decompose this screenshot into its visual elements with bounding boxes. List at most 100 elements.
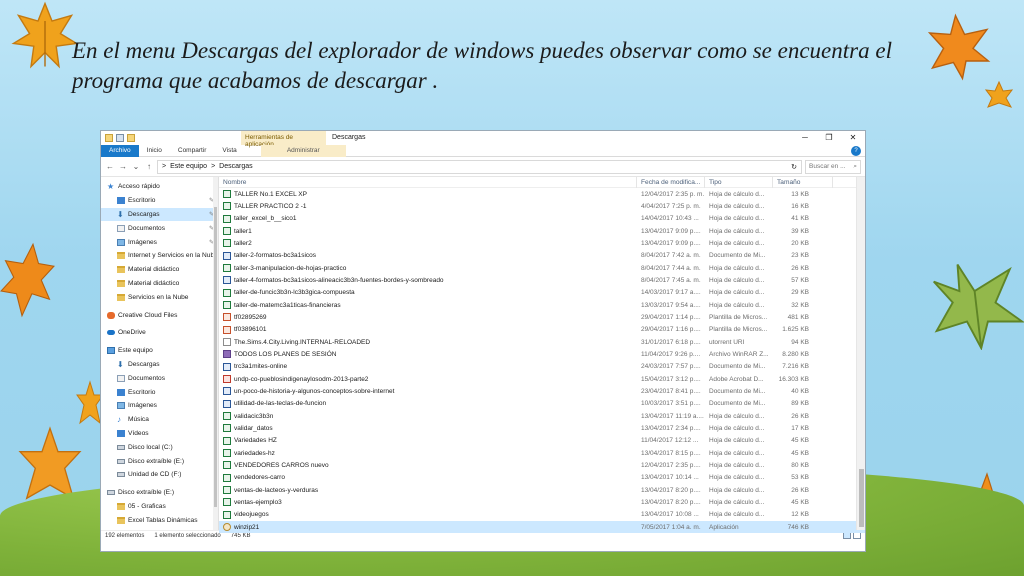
back-arrow-icon[interactable]: ← — [105, 162, 115, 171]
file-row[interactable]: taller1 13/04/2017 9:09 p.... Hoja de cálc… — [219, 225, 865, 237]
file-row[interactable]: Variedades HZ 11/04/2017 12:12 ... Hoja de… — [219, 435, 865, 447]
nav-item[interactable]: 05 - Graficas — [101, 500, 218, 514]
recent-locations-chevron-icon[interactable]: ⌄ — [131, 162, 141, 171]
file-row[interactable]: tf02895269 29/04/2017 1:14 p.... Plantilla… — [219, 311, 865, 323]
up-arrow-icon[interactable]: ↑ — [144, 162, 154, 171]
file-row[interactable]: taller-2-formatos-bc3a1sicos 8/04/2017 7:… — [219, 250, 865, 262]
address-bar[interactable]: > Este equipo > Descargas ↻ — [157, 159, 802, 174]
nav-item[interactable]: Disco extraíble (E:) — [101, 486, 218, 500]
file-row[interactable]: tf03896101 29/04/2017 1:16 p.... Plantilla… — [219, 324, 865, 336]
file-row[interactable]: un-poco-de-historia-y-algunos-conceptos-… — [219, 385, 865, 397]
drive-icon — [117, 472, 125, 478]
nav-item-label: Excel Tablas Dinámicas — [128, 516, 198, 524]
nav-item-label: Acceso rápido — [118, 183, 160, 191]
file-row[interactable]: validar_datos 13/04/2017 2:34 p.... Hoja d… — [219, 422, 865, 434]
nav-scrollbar[interactable] — [213, 177, 218, 530]
file-row[interactable]: taller-de-funcic3b3n-lc3b3gica-compuesta… — [219, 287, 865, 299]
nav-item[interactable]: Documentos ✎ — [101, 221, 218, 235]
search-input[interactable]: Buscar en ... ⌕ — [805, 159, 861, 174]
nav-item-label: Descargas — [128, 360, 160, 368]
file-row[interactable]: VENDEDORES CARROS nuevo 12/04/2017 2:35 p… — [219, 459, 865, 471]
breadcrumb-descargas[interactable]: Descargas — [219, 163, 252, 170]
nav-item[interactable]: OneDrive — [101, 326, 218, 340]
maximize-button[interactable]: ❐ — [817, 131, 841, 145]
file-row[interactable]: ventas-ejemplo3 13/04/2017 8:20 p.... Hoja… — [219, 496, 865, 508]
folder-icon — [117, 516, 125, 524]
nav-item[interactable]: ⬇ Descargas ✎ — [101, 207, 218, 222]
nav-item[interactable]: Imágenes — [101, 399, 218, 413]
column-name[interactable]: Nombre — [219, 176, 637, 188]
file-row[interactable]: utilidad-de-las-teclas-de-funcion 10/03/2… — [219, 398, 865, 410]
properties-icon[interactable] — [116, 134, 124, 142]
nav-item[interactable]: Escritorio — [101, 385, 218, 399]
file-row[interactable]: taller_excel_b__sico1 14/04/2017 10:43 ..… — [219, 213, 865, 225]
nav-item[interactable]: Material didáctico — [101, 263, 218, 277]
xls-file-icon — [223, 239, 231, 248]
file-row[interactable]: vendedores-carro 13/04/2017 10:14 ... Hoja… — [219, 472, 865, 484]
file-name-cell: taller-de-matemc3a1ticas-financieras — [219, 301, 637, 310]
close-button[interactable]: ✕ — [841, 131, 865, 145]
nav-item-label: Material didáctico — [128, 266, 180, 274]
file-row[interactable]: winzip21 7/05/2017 1:04 a. m. Aplicación 74… — [219, 520, 865, 534]
nav-item-label: Internet y Servicios en la Nube — [128, 252, 218, 260]
help-icon[interactable]: ? — [851, 145, 861, 156]
file-row[interactable]: trc3a1mites-online 24/03/2017 7:57 p.... D… — [219, 361, 865, 373]
file-row[interactable]: TODOS LOS PLANES DE SESIÓN 11/04/2017 9:2… — [219, 348, 865, 360]
slide-title: En el menu Descargas del explorador de w… — [72, 38, 892, 93]
file-size: 45 KB — [791, 498, 809, 506]
nav-item[interactable]: ⬇ Descargas — [101, 358, 218, 372]
breadcrumb-este-equipo[interactable]: Este equipo — [170, 163, 207, 170]
nav-item[interactable]: Servicios en la Nube — [101, 290, 218, 304]
navigation-pane: ★ Acceso rápido Escritorio ✎ ⬇ Descargas ✎ Docu… — [101, 177, 219, 530]
nav-item[interactable]: Disco local (C:) — [101, 440, 218, 454]
nav-item[interactable]: Material didáctico — [101, 277, 218, 291]
file-row[interactable]: videojuegos 13/04/2017 10:08 ... Hoja de c… — [219, 509, 865, 521]
column-date[interactable]: Fecha de modifica... — [637, 176, 705, 188]
nav-item[interactable]: Documentos — [101, 371, 218, 385]
new-folder-icon[interactable] — [127, 134, 135, 142]
file-row[interactable]: TALLER PRACTICO 2 -1 4/04/2017 7:25 p. m.… — [219, 200, 865, 212]
column-type[interactable]: Tipo — [705, 176, 773, 188]
file-explorer-window: Herramientas de aplicación Descargas ─ ❐… — [100, 130, 866, 552]
tab-vista[interactable]: Vista — [214, 145, 244, 157]
nav-item[interactable]: Vídeos — [101, 427, 218, 441]
file-row[interactable]: validacic3b3n 13/04/2017 11:19 a.... Hoja … — [219, 410, 865, 422]
file-row[interactable]: taller-3-manipulacion-de-hojas-practico 8… — [219, 262, 865, 274]
folder-icon — [117, 252, 125, 260]
file-row[interactable]: The.Sims.4.City.Living.INTERNAL-RELOADED… — [219, 336, 865, 348]
tab-compartir[interactable]: Compartir — [170, 145, 215, 157]
tab-archivo[interactable]: Archivo — [101, 144, 139, 157]
file-name-cell: TODOS LOS PLANES DE SESIÓN — [219, 350, 637, 359]
nav-item[interactable]: Creative Cloud Files — [101, 308, 218, 322]
pictures-icon — [117, 402, 125, 410]
nav-item[interactable]: Unidad de CD (F:) — [101, 468, 218, 482]
file-date: 8/04/2017 7:44 a. m. — [641, 264, 701, 272]
autumn-leaf-decoration — [984, 80, 1014, 108]
column-size[interactable]: Tamaño — [773, 176, 833, 188]
nav-item[interactable]: ★ Acceso rápido — [101, 180, 218, 194]
file-row[interactable]: variedades-hz 13/04/2017 8:15 p.... Hoja d… — [219, 447, 865, 459]
nav-item[interactable]: Excel Tablas Dinámicas — [101, 513, 218, 527]
file-list-scrollbar[interactable] — [856, 177, 865, 530]
file-row[interactable]: taller-de-matemc3a1ticas-financieras 13/0… — [219, 299, 865, 311]
file-row[interactable]: undp-co-pueblosindigenaylosodm-2013-part… — [219, 373, 865, 385]
file-name-cell: ventas-ejemplo3 — [219, 498, 637, 507]
file-row[interactable]: taller2 13/04/2017 9:09 p.... Hoja de cálc… — [219, 237, 865, 249]
tab-inicio[interactable]: Inicio — [139, 145, 170, 157]
file-row[interactable]: TALLER No.1 EXCEL XP 12/04/2017 2:35 p. m… — [219, 188, 865, 200]
nav-item-label: Imágenes — [128, 238, 157, 246]
nav-item[interactable]: Imágenes ✎ — [101, 235, 218, 249]
file-row[interactable]: taller-4-formatos-bc3a1sicos-alineacic3b… — [219, 274, 865, 286]
nav-item[interactable]: Disco extraíble (E:) — [101, 454, 218, 468]
forward-arrow-icon[interactable]: → — [118, 162, 128, 171]
refresh-icon[interactable]: ↻ — [791, 163, 797, 171]
file-name-cell: un-poco-de-historia-y-algunos-conceptos-… — [219, 387, 637, 396]
file-name: vendedores-carro — [234, 474, 285, 482]
tab-administrar[interactable]: Administrar — [260, 144, 346, 157]
nav-item[interactable]: Este equipo — [101, 344, 218, 358]
nav-item[interactable]: Escritorio ✎ — [101, 194, 218, 208]
minimize-button[interactable]: ─ — [793, 131, 817, 145]
file-row[interactable]: ventas-de-lacteos-y-verduras 13/04/2017 8… — [219, 484, 865, 496]
nav-item[interactable]: ♪ Música — [101, 413, 218, 427]
nav-item[interactable]: Internet y Servicios en la Nube — [101, 249, 218, 263]
